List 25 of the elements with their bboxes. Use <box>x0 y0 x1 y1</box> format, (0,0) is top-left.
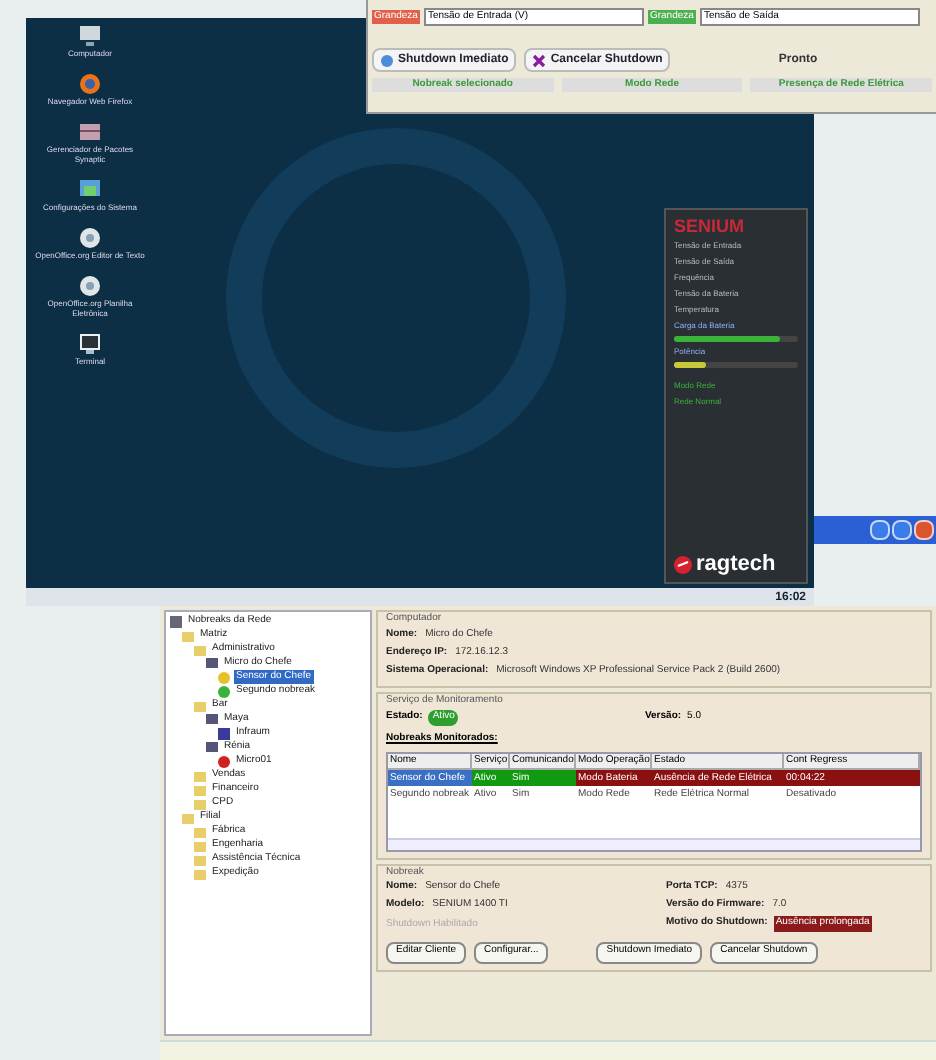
maximize-button[interactable] <box>892 520 912 540</box>
widget-title: SENIUM <box>674 216 747 236</box>
horizontal-scrollbar[interactable] <box>388 837 920 849</box>
browser-icon <box>78 72 102 96</box>
network-icon <box>170 615 182 627</box>
warning-icon <box>218 671 230 683</box>
error-icon <box>218 755 230 767</box>
document-icon <box>78 226 102 250</box>
terminal-icon <box>78 332 102 356</box>
close-button[interactable] <box>914 520 934 540</box>
computer-icon <box>206 741 218 753</box>
device-icon <box>218 727 230 739</box>
package-icon <box>78 120 102 144</box>
disk-icon <box>380 53 394 67</box>
brand-logo-text: ragtech <box>696 552 776 576</box>
close-icon <box>532 53 547 67</box>
computer-icon <box>206 657 218 669</box>
folder-icon <box>194 699 206 711</box>
computer-icon <box>78 24 102 48</box>
minimize-button[interactable] <box>870 520 890 540</box>
computer-icon <box>206 713 218 725</box>
document-icon <box>78 274 102 298</box>
status-ok-icon <box>218 685 230 697</box>
logo-icon <box>674 555 692 573</box>
settings-icon <box>78 178 102 202</box>
